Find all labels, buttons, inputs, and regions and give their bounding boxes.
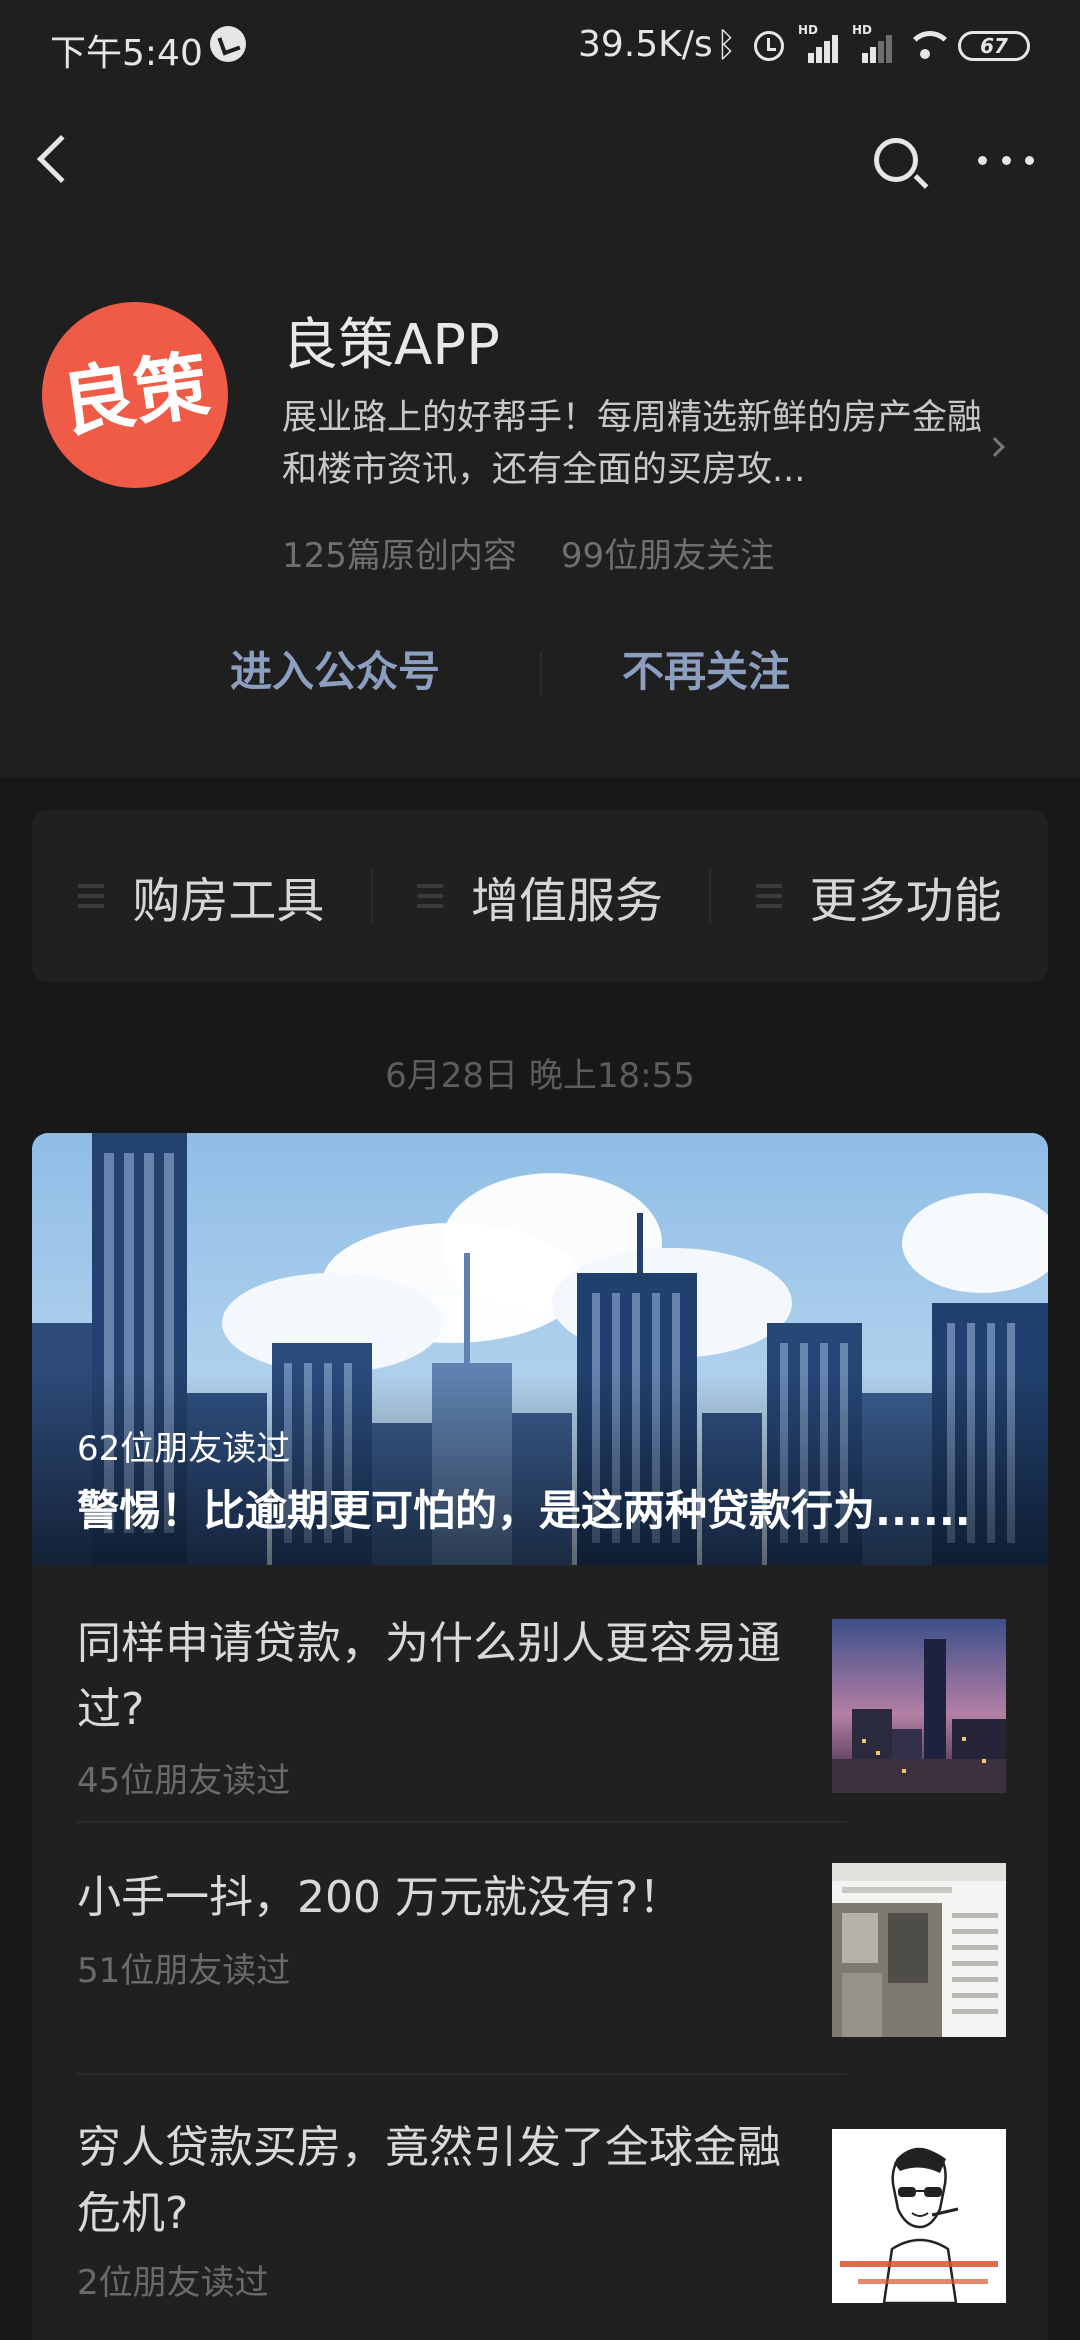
- menu-item-services[interactable]: 增值服务: [370, 810, 710, 982]
- article-read-count: 2位朋友读过: [77, 2263, 269, 2303]
- menu-item-tools[interactable]: 购房工具: [32, 810, 371, 982]
- network-speed: 39.5K/s: [578, 24, 713, 65]
- menu-item-label: 更多功能: [809, 873, 1002, 929]
- cover-article[interactable]: 62位朋友读过 警惕！比逾期更可怕的，是这两种贷款行为......: [32, 1133, 1048, 1565]
- list-item[interactable]: 同样申请贷款，为什么别人更容易通过? 45位朋友读过: [32, 1565, 1048, 1825]
- menu-icon: [755, 884, 782, 908]
- more-icon[interactable]: [978, 156, 1034, 166]
- cover-read-count: 62位朋友读过: [77, 1429, 291, 1469]
- friends-following: 99位朋友关注: [560, 536, 775, 576]
- account-profile: 良策 良策APP 展业路上的好帮手！每周精选新鲜的房产金融和楼市资讯，还有全面的…: [0, 232, 1080, 777]
- account-menu: 购房工具 增值服务 更多功能: [32, 810, 1048, 982]
- account-stats: 125篇原创内容 99位朋友关注: [282, 528, 774, 577]
- divider: [77, 1821, 847, 1823]
- article-list: 同样申请贷款，为什么别人更容易通过? 45位朋友读过 小手一抖，200 万元就没…: [32, 1565, 1048, 2340]
- menu-item-label: 购房工具: [132, 873, 325, 929]
- article-title: 同样申请贷款，为什么别人更容易通过?: [77, 1618, 781, 1735]
- signal-hd-icon: HD: [798, 23, 838, 63]
- article-thumbnail: [832, 2129, 1006, 2303]
- list-item[interactable]: 穷人贷款买房，竟然引发了全球金融危机? 2位朋友读过: [32, 2075, 1048, 2340]
- avatar[interactable]: 良策: [42, 302, 228, 488]
- account-name: 良策APP: [282, 313, 500, 378]
- account-description[interactable]: 展业路上的好帮手！每周精选新鲜的房产金融和楼市资讯，还有全面的买房攻...: [282, 392, 982, 496]
- signal-hd-icon: HD: [852, 23, 892, 63]
- article-title: 穷人贷款买房，竟然引发了全球金融危机?: [77, 2122, 781, 2239]
- cover-title: 警惕！比逾期更可怕的，是这两种贷款行为......: [77, 1486, 971, 1535]
- article-thumbnail: [832, 1863, 1006, 2037]
- chevron-right-icon[interactable]: [985, 437, 1005, 457]
- wifi-icon: [906, 31, 954, 61]
- menu-item-more[interactable]: 更多功能: [709, 810, 1048, 982]
- enter-account-button[interactable]: 进入公众号: [230, 632, 440, 712]
- menu-item-label: 增值服务: [471, 873, 664, 929]
- feed-date: 6月28日 晚上18:55: [385, 1056, 695, 1096]
- menu-icon: [417, 884, 443, 908]
- search-icon[interactable]: [874, 138, 918, 182]
- unfollow-button[interactable]: 不再关注: [622, 632, 790, 712]
- original-count: 125篇原创内容: [282, 536, 517, 576]
- status-time: 下午5:40: [50, 33, 203, 74]
- status-icons: HD HD 67: [710, 23, 1030, 68]
- article-read-count: 51位朋友读过: [77, 1951, 291, 1991]
- article-thumbnail: [832, 1619, 1006, 1793]
- article-read-count: 45位朋友读过: [77, 1761, 291, 1801]
- bluetooth-icon: [710, 25, 740, 65]
- back-icon[interactable]: [36, 134, 86, 184]
- action-divider: [540, 652, 542, 696]
- app-notification-icon: [210, 26, 246, 62]
- article-card: 62位朋友读过 警惕！比逾期更可怕的，是这两种贷款行为...... 同样申请贷款…: [32, 1133, 1048, 2340]
- avatar-logo-text: 良策: [55, 342, 215, 448]
- profile-actions: 进入公众号 不再关注: [0, 632, 1080, 712]
- article-title: 小手一抖，200 万元就没有?！: [77, 1872, 683, 1923]
- alarm-icon: [754, 31, 784, 61]
- status-bar: 下午5:40 39.5K/s HD HD 67: [0, 0, 1080, 92]
- menu-icon: [78, 884, 105, 908]
- battery-icon: 67: [958, 31, 1030, 61]
- list-item[interactable]: 小手一抖，200 万元就没有?！ 51位朋友读过: [32, 1825, 1048, 2075]
- nav-bar: [0, 92, 1080, 232]
